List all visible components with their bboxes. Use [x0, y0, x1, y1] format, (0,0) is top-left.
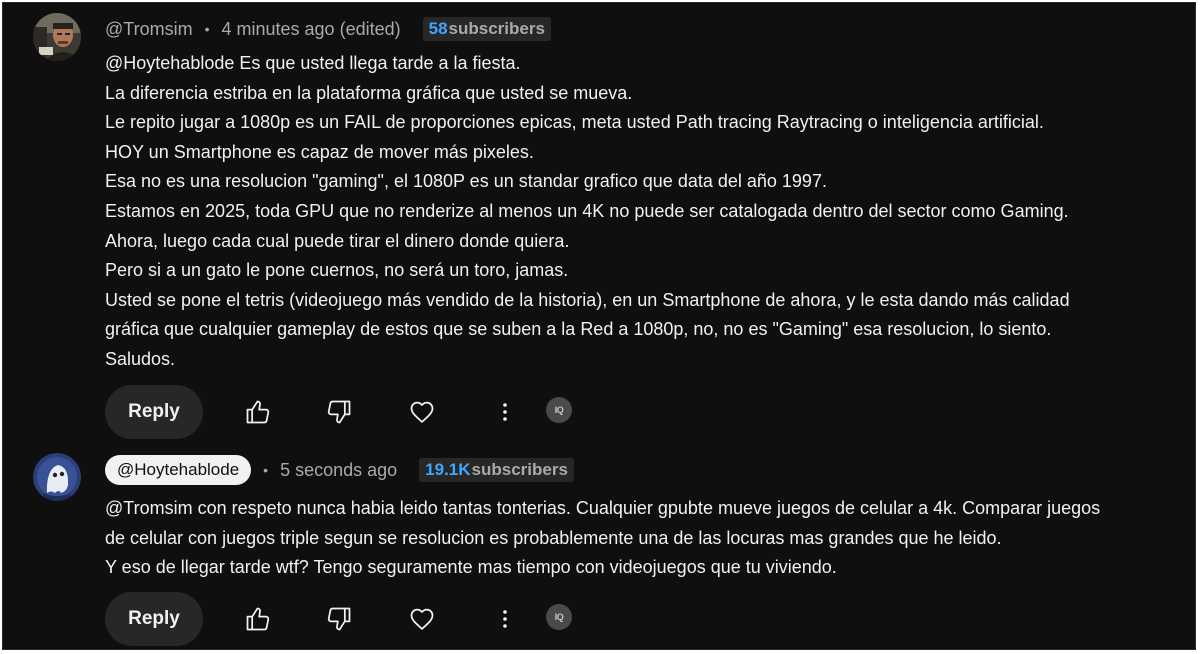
reply-button[interactable]: Reply: [105, 385, 203, 439]
like-button[interactable]: [242, 396, 274, 428]
comment-actions: Reply IQ: [105, 385, 605, 439]
like-button[interactable]: [242, 603, 274, 635]
author-handle[interactable]: @Hoytehablode: [105, 455, 252, 485]
thumbs-up-icon: [244, 605, 272, 633]
subscriber-label: subscribers: [448, 19, 545, 38]
comment-line: Saludos.: [105, 348, 176, 369]
comment-line: Estamos en 2025, toda GPU que no renderi…: [105, 200, 1069, 221]
comment-line: La diferencia estriba en la plataforma g…: [105, 82, 633, 103]
comment-line: Le repito jugar a 1080p es un FAIL de pr…: [105, 112, 1044, 133]
thumbs-up-icon: [244, 398, 272, 426]
subscriber-count: 58: [428, 19, 448, 38]
comment-line: Esa no es una resolucion "gaming", el 10…: [105, 171, 827, 192]
comment-timestamp[interactable]: 5 seconds ago: [280, 460, 397, 481]
extension-badge-icon[interactable]: IQ: [546, 604, 572, 630]
comment-header: @Hoytehablode • 5 seconds ago 19.1Ksubsc…: [105, 455, 574, 485]
comment-line: gráfica que cualquier gameplay de estos …: [105, 319, 1052, 340]
comment-actions: Reply IQ: [105, 592, 605, 646]
comment-line: de celular con juegos triple segun se re…: [105, 527, 1002, 548]
comment-line: @Hoytehablode Es que usted llega tarde a…: [105, 53, 521, 73]
more-vertical-icon: [493, 400, 517, 424]
comment-header: @Tromsim • 4 minutes ago (edited) 58subs…: [105, 15, 551, 43]
comment-line: HOY un Smartphone es capaz de mover más …: [105, 141, 534, 162]
comment-text: @Tromsim con respeto nunca habia leido t…: [105, 494, 1175, 583]
more-actions-button[interactable]: [489, 396, 521, 428]
comment-line: Pero si a un gato le pone cuernos, no se…: [105, 260, 569, 281]
thumbs-down-icon: [325, 605, 353, 633]
more-vertical-icon: [493, 607, 517, 631]
separator-dot: •: [263, 462, 269, 478]
comment-line: Ahora, luego cada cual puede tirar el di…: [105, 230, 570, 251]
reply-button[interactable]: Reply: [105, 592, 203, 646]
extension-badge-icon[interactable]: IQ: [546, 397, 572, 423]
separator-dot: •: [204, 21, 210, 37]
comments-thread: @Tromsim • 4 minutes ago (edited) 58subs…: [2, 2, 1196, 650]
heart-button[interactable]: [406, 603, 438, 635]
subscriber-label: subscribers: [471, 460, 568, 479]
comment-line: @Tromsim con respeto nunca habia leido t…: [105, 498, 1101, 518]
comment-timestamp[interactable]: 4 minutes ago (edited): [222, 19, 401, 40]
comment-line: Usted se pone el tetris (videojuego más …: [105, 289, 1070, 310]
dislike-button[interactable]: [323, 396, 355, 428]
thumbs-down-icon: [325, 398, 353, 426]
more-actions-button[interactable]: [489, 603, 521, 635]
heart-icon: [408, 605, 436, 633]
subscriber-count: 19.1K: [425, 460, 471, 479]
comment-text: @Hoytehablode Es que usted llega tarde a…: [105, 49, 1175, 375]
comment-line: Y eso de llegar tarde wtf? Tengo seguram…: [105, 557, 837, 578]
avatar[interactable]: [33, 453, 81, 501]
dislike-button[interactable]: [323, 603, 355, 635]
heart-button[interactable]: [406, 396, 438, 428]
heart-icon: [408, 398, 436, 426]
author-handle[interactable]: @Tromsim: [105, 19, 193, 40]
subscriber-badge: 19.1Ksubscribers: [419, 458, 574, 482]
avatar[interactable]: [33, 13, 81, 61]
subscriber-badge: 58subscribers: [422, 17, 551, 41]
